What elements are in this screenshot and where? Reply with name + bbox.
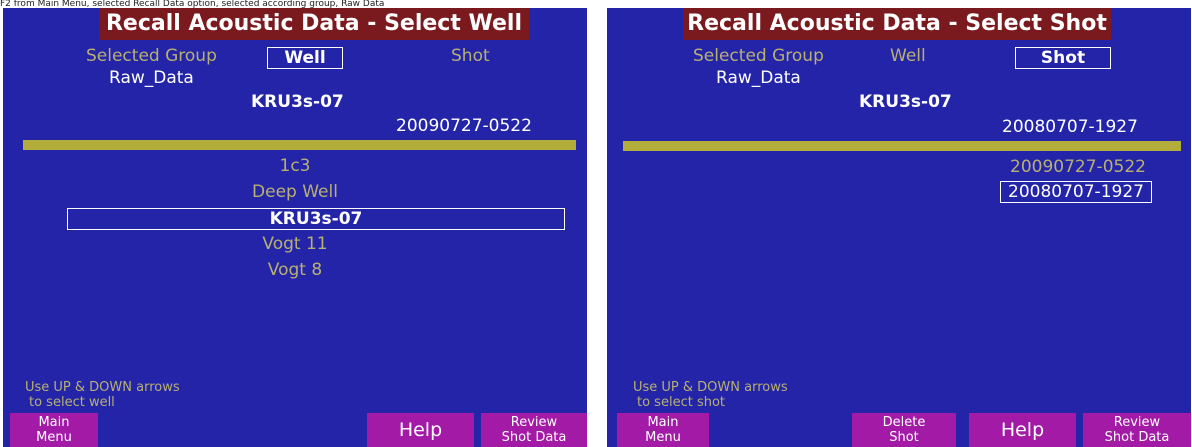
- selected-shot-value: 20080707-1927: [1002, 117, 1138, 137]
- main-menu-label-2: Menu: [645, 430, 681, 445]
- review-shot-data-button[interactable]: Review Shot Data: [481, 413, 587, 447]
- instruction-line-2: to select shot: [637, 395, 726, 410]
- instruction-line-2: to select well: [29, 395, 115, 410]
- well-list-item[interactable]: Vogt 8: [3, 260, 587, 280]
- well-list-item[interactable]: Deep Well: [3, 182, 587, 202]
- selected-group-value: Raw_Data: [716, 68, 801, 88]
- shot-list-item[interactable]: 20090727-0522: [1003, 157, 1153, 177]
- separator-bar: [23, 140, 576, 150]
- review-label-1: Review: [1113, 415, 1161, 430]
- selected-group-value: Raw_Data: [109, 68, 194, 88]
- main-menu-label-2: Menu: [36, 430, 72, 445]
- delete-shot-label-1: Delete: [882, 415, 926, 430]
- separator-bar: [623, 141, 1181, 151]
- shot-column-tab[interactable]: Shot: [1015, 47, 1111, 69]
- delete-shot-button[interactable]: Delete Shot: [852, 413, 956, 447]
- review-label-2: Shot Data: [1104, 430, 1170, 445]
- select-shot-screen: Recall Acoustic Data - Select Shot Selec…: [607, 8, 1191, 447]
- screen-title: Recall Acoustic Data - Select Shot: [683, 8, 1111, 40]
- screen-title: Recall Acoustic Data - Select Well: [99, 8, 529, 40]
- screenshot-caption: F2 from Main Menu, selected Recall Data …: [0, 0, 385, 8]
- selected-well-value: KRU3s-07: [859, 92, 952, 112]
- main-menu-label-1: Main: [38, 415, 70, 430]
- well-list-item[interactable]: 1c3: [3, 156, 587, 176]
- review-shot-data-button[interactable]: Review Shot Data: [1083, 413, 1191, 447]
- select-well-screen: Recall Acoustic Data - Select Well Selec…: [3, 8, 587, 447]
- main-menu-label-1: Main: [647, 415, 679, 430]
- help-button[interactable]: Help: [969, 413, 1076, 447]
- selected-group-label: Selected Group: [86, 46, 217, 66]
- well-column-tab[interactable]: Well: [267, 47, 343, 69]
- main-menu-button[interactable]: Main Menu: [10, 413, 98, 447]
- instruction-line-1: Use UP & DOWN arrows: [633, 380, 788, 395]
- delete-shot-label-2: Shot: [889, 430, 919, 445]
- shot-list-item-selected[interactable]: 20080707-1927: [1000, 181, 1152, 203]
- selected-well-value: KRU3s-07: [251, 92, 344, 112]
- instruction-line-1: Use UP & DOWN arrows: [25, 380, 180, 395]
- well-column-label: Well: [890, 46, 926, 66]
- well-list-item-selected[interactable]: KRU3s-07: [67, 208, 565, 230]
- review-label-1: Review: [510, 415, 558, 430]
- selected-shot-value: 20090727-0522: [396, 116, 532, 136]
- help-button[interactable]: Help: [367, 413, 474, 447]
- review-label-2: Shot Data: [501, 430, 567, 445]
- shot-column-label: Shot: [451, 46, 490, 66]
- selected-group-label: Selected Group: [693, 46, 824, 66]
- well-list-item[interactable]: Vogt 11: [3, 234, 587, 254]
- main-menu-button[interactable]: Main Menu: [617, 413, 709, 447]
